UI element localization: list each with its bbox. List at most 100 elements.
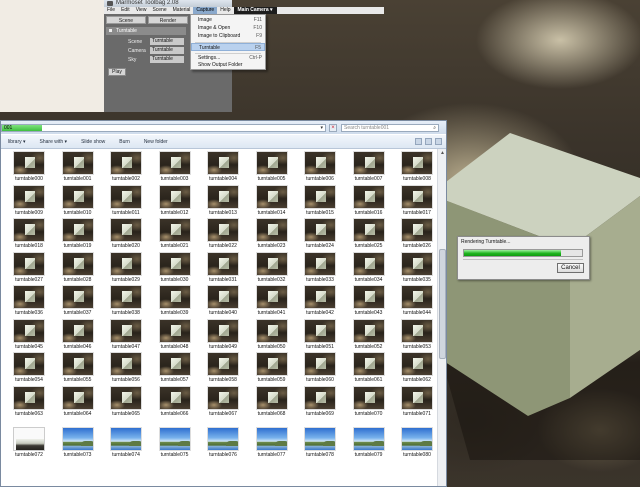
file-thumbnail[interactable]: turntable041 <box>248 285 296 318</box>
file-thumbnail[interactable]: turntable003 <box>151 151 199 184</box>
main-camera-menu[interactable]: Main Camera ▾ <box>233 7 277 14</box>
file-thumbnail[interactable]: turntable018 <box>5 218 53 251</box>
file-thumbnail[interactable]: turntable024 <box>296 218 344 251</box>
file-thumbnail[interactable]: turntable044 <box>393 285 441 318</box>
file-thumbnail[interactable]: turntable048 <box>151 318 199 352</box>
file-thumbnail[interactable]: turntable060 <box>296 352 344 385</box>
file-thumbnail[interactable]: turntable071 <box>393 385 441 419</box>
menu-edit[interactable]: Edit <box>118 7 133 14</box>
stop-icon[interactable]: × <box>329 124 337 132</box>
file-thumbnail[interactable]: turntable069 <box>296 385 344 419</box>
search-input[interactable]: Search turntable001 ⌕ <box>341 124 439 132</box>
menu-item-image-clipboard[interactable]: Image to Clipboard F9 <box>191 32 265 40</box>
file-thumbnail[interactable]: turntable009 <box>5 184 53 218</box>
file-thumbnail[interactable]: turntable052 <box>345 318 393 352</box>
menu-help[interactable]: Help <box>217 7 233 14</box>
file-thumbnail[interactable]: turntable022 <box>199 218 247 251</box>
menu-capture[interactable]: Capture <box>193 7 218 14</box>
library-button[interactable]: library <box>1 139 33 145</box>
file-thumbnail[interactable]: turntable037 <box>54 285 102 318</box>
file-thumbnail[interactable]: turntable045 <box>5 318 53 352</box>
file-thumbnail[interactable]: turntable028 <box>54 251 102 285</box>
new-folder-button[interactable]: New folder <box>137 139 175 145</box>
menu-item-show-output-folder[interactable]: Show Output Folder <box>191 61 265 69</box>
file-thumbnail[interactable]: turntable007 <box>345 151 393 184</box>
tab-render[interactable]: Render <box>148 16 188 24</box>
file-thumbnail[interactable]: turntable005 <box>248 151 296 184</box>
file-thumbnail[interactable]: turntable017 <box>393 184 441 218</box>
view-options-icon[interactable] <box>415 138 422 145</box>
file-thumbnail[interactable]: turntable002 <box>102 151 150 184</box>
file-thumbnail[interactable]: turntable032 <box>248 251 296 285</box>
file-thumbnail[interactable]: turntable055 <box>54 352 102 385</box>
file-thumbnail[interactable]: turntable023 <box>248 218 296 251</box>
file-thumbnail[interactable]: turntable030 <box>151 251 199 285</box>
share-with-button[interactable]: Share with <box>33 139 75 145</box>
file-thumbnail[interactable]: turntable014 <box>248 184 296 218</box>
file-thumbnail[interactable]: turntable080 <box>393 427 441 460</box>
file-thumbnail[interactable]: turntable043 <box>345 285 393 318</box>
file-thumbnail[interactable]: turntable064 <box>54 385 102 419</box>
file-thumbnail[interactable]: turntable016 <box>345 184 393 218</box>
menu-item-image-open[interactable]: Image & Open F10 <box>191 24 265 32</box>
file-thumbnail[interactable]: turntable029 <box>102 251 150 285</box>
file-thumbnail[interactable]: turntable054 <box>5 352 53 385</box>
file-thumbnail[interactable]: turntable001 <box>54 151 102 184</box>
help-icon[interactable] <box>435 138 442 145</box>
chevron-down-icon[interactable]: ▾ <box>320 125 323 131</box>
file-thumbnail[interactable]: turntable078 <box>296 427 344 460</box>
file-thumbnail[interactable]: turntable036 <box>5 285 53 318</box>
file-thumbnail[interactable]: turntable067 <box>199 385 247 419</box>
file-thumbnail[interactable]: turntable053 <box>393 318 441 352</box>
play-button[interactable]: Play <box>108 68 126 76</box>
file-thumbnail[interactable]: turntable079 <box>345 427 393 460</box>
file-thumbnail[interactable]: turntable063 <box>5 385 53 419</box>
menu-scene[interactable]: Scene <box>149 7 169 14</box>
scroll-up-icon[interactable]: ▲ <box>439 150 446 157</box>
file-thumbnail[interactable]: turntable057 <box>151 352 199 385</box>
file-thumbnail[interactable]: turntable006 <box>296 151 344 184</box>
file-thumbnail[interactable]: turntable039 <box>151 285 199 318</box>
cancel-button[interactable]: Cancel <box>557 263 584 273</box>
vertical-scrollbar[interactable]: ▲ <box>437 149 446 486</box>
file-thumbnail[interactable]: turntable025 <box>345 218 393 251</box>
file-thumbnail[interactable]: turntable068 <box>248 385 296 419</box>
file-thumbnail[interactable]: turntable056 <box>102 352 150 385</box>
file-thumbnail[interactable]: turntable015 <box>296 184 344 218</box>
file-thumbnail[interactable]: turntable061 <box>345 352 393 385</box>
file-thumbnail[interactable]: turntable034 <box>345 251 393 285</box>
file-thumbnail[interactable]: turntable008 <box>393 151 441 184</box>
file-thumbnail[interactable]: turntable072 <box>5 427 53 460</box>
file-thumbnail[interactable]: turntable058 <box>199 352 247 385</box>
file-thumbnail[interactable]: turntable062 <box>393 352 441 385</box>
file-thumbnail[interactable]: turntable074 <box>102 427 150 460</box>
file-thumbnail[interactable]: turntable075 <box>151 427 199 460</box>
scrollbar-thumb[interactable] <box>439 249 446 359</box>
file-thumbnail[interactable]: turntable046 <box>54 318 102 352</box>
file-thumbnail[interactable]: turntable065 <box>102 385 150 419</box>
file-thumbnail[interactable]: turntable076 <box>199 427 247 460</box>
file-thumbnail[interactable]: turntable027 <box>5 251 53 285</box>
sky-field[interactable]: Turntable <box>150 56 184 63</box>
preview-pane-icon[interactable] <box>425 138 432 145</box>
file-thumbnail[interactable]: turntable033 <box>296 251 344 285</box>
file-thumbnail[interactable]: turntable031 <box>199 251 247 285</box>
file-thumbnail[interactable]: turntable047 <box>102 318 150 352</box>
burn-button[interactable]: Burn <box>112 139 137 145</box>
file-thumbnail[interactable]: turntable073 <box>54 427 102 460</box>
file-thumbnail[interactable]: turntable059 <box>248 352 296 385</box>
file-thumbnail[interactable]: turntable011 <box>102 184 150 218</box>
menu-material[interactable]: Material <box>170 7 194 14</box>
slide-show-button[interactable]: Slide show <box>74 139 112 145</box>
file-thumbnail[interactable]: turntable038 <box>102 285 150 318</box>
file-thumbnail[interactable]: turntable051 <box>296 318 344 352</box>
file-thumbnail[interactable]: turntable004 <box>199 151 247 184</box>
turntable-section-header[interactable]: Turntable <box>106 27 186 35</box>
file-thumbnail[interactable]: turntable010 <box>54 184 102 218</box>
file-thumbnail[interactable]: turntable050 <box>248 318 296 352</box>
file-thumbnail[interactable]: turntable012 <box>151 184 199 218</box>
file-thumbnail[interactable]: turntable042 <box>296 285 344 318</box>
file-thumbnail[interactable]: turntable000 <box>5 151 53 184</box>
file-thumbnail[interactable]: turntable070 <box>345 385 393 419</box>
file-thumbnail[interactable]: turntable077 <box>248 427 296 460</box>
